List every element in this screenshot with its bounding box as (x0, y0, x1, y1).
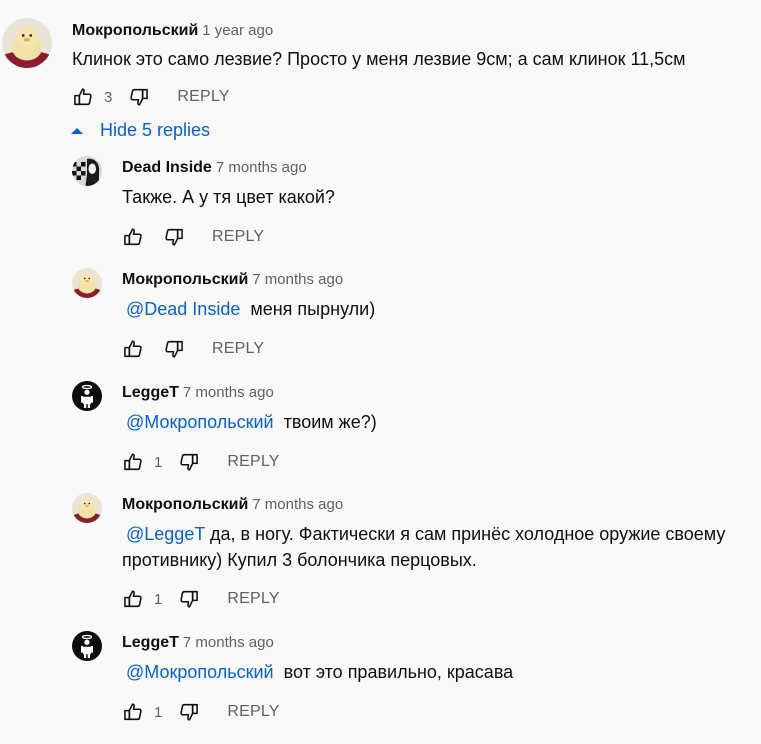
dislike-button[interactable] (178, 701, 200, 723)
thumbs-down-icon (163, 338, 185, 360)
mention-link[interactable]: @Мокропольский (126, 412, 274, 432)
comment-actions: REPLY (122, 225, 264, 249)
thumbs-down-icon (163, 226, 185, 248)
comment-body: да, в ногу. Фактически я сам принёс холо… (210, 524, 726, 544)
comment-text: @LeggeT да, в ногу. Фактически я сам при… (122, 521, 726, 573)
author-name[interactable]: Мокропольский (122, 496, 248, 513)
like-button[interactable] (122, 701, 144, 723)
timestamp[interactable]: 7 months ago (252, 496, 343, 513)
timestamp[interactable]: 7 months ago (252, 271, 343, 288)
thumbs-down-icon (178, 701, 200, 723)
thumbs-up-icon (122, 701, 144, 723)
comment-header: LeggeT 7 months ago (122, 634, 274, 652)
comment-text: Клинок это само лезвие? Просто у меня ле… (72, 46, 686, 72)
timestamp[interactable]: 7 months ago (216, 159, 307, 176)
thumbs-down-icon (178, 588, 200, 610)
dislike-button[interactable] (163, 338, 185, 360)
like-button[interactable] (122, 588, 144, 610)
avatar[interactable] (72, 493, 102, 523)
comment-header: Dead Inside 7 months ago (122, 159, 307, 177)
like-button[interactable] (72, 86, 94, 108)
like-count: 1 (154, 453, 163, 471)
comment-actions: REPLY (122, 337, 264, 361)
like-count: 3 (104, 88, 113, 106)
comment-text: @Мокропольский твоим же?) (126, 409, 377, 435)
comment-body: Также. А у тя цвет какой? (122, 187, 335, 207)
mention-link[interactable]: @Dead Inside (126, 299, 240, 319)
comment-actions: 1 REPLY (122, 587, 280, 611)
thumbs-up-icon (122, 338, 144, 360)
dislike-button[interactable] (128, 86, 150, 108)
timestamp[interactable]: 7 months ago (183, 634, 274, 651)
like-count: 1 (154, 703, 163, 721)
avatar[interactable] (2, 18, 52, 68)
author-name[interactable]: Мокропольский (122, 271, 248, 288)
comment-actions: 1 REPLY (122, 700, 280, 724)
comment-body: меня пырнули) (250, 299, 376, 319)
thumbs-up-icon (122, 588, 144, 610)
reply-button[interactable]: REPLY (227, 590, 279, 608)
comment-text: @Мокропольский вот это правильно, красав… (126, 659, 513, 685)
comment-actions: 1 REPLY (122, 450, 280, 474)
comment-body: твоим же?) (283, 412, 377, 432)
like-button[interactable] (122, 338, 144, 360)
comment-text: @Dead Inside меня пырнули) (126, 296, 375, 322)
mention-link[interactable]: @LeggeT (126, 524, 205, 544)
comment-header: Мокропольский 7 months ago (122, 496, 343, 514)
dislike-button[interactable] (178, 588, 200, 610)
thumbs-up-icon (122, 451, 144, 473)
like-count: 1 (154, 590, 163, 608)
hide-replies-button[interactable]: Hide 5 replies (70, 120, 210, 141)
thumbs-up-icon (122, 226, 144, 248)
author-name[interactable]: Мокропольский (72, 22, 198, 39)
like-button[interactable] (122, 451, 144, 473)
comment-text: Также. А у тя цвет какой? (122, 184, 335, 210)
avatar[interactable] (72, 381, 102, 411)
dislike-button[interactable] (163, 226, 185, 248)
reply-button[interactable]: REPLY (212, 340, 264, 358)
comment-body: Клинок это само лезвие? Просто у меня ле… (72, 49, 686, 69)
caret-up-icon (71, 127, 83, 134)
comment-header: LeggeT 7 months ago (122, 384, 274, 402)
thumbs-down-icon (178, 451, 200, 473)
comment-header: Мокропольский 1 year ago (72, 22, 273, 40)
timestamp[interactable]: 7 months ago (183, 384, 274, 401)
reply-button[interactable]: REPLY (227, 703, 279, 721)
like-button[interactable] (122, 226, 144, 248)
thumbs-up-icon (72, 86, 94, 108)
comment-body: вот это правильно, красава (283, 662, 514, 682)
comment-header: Мокропольский 7 months ago (122, 271, 343, 289)
avatar[interactable] (72, 156, 102, 186)
thumbs-down-icon (128, 86, 150, 108)
avatar[interactable] (72, 631, 102, 661)
avatar[interactable] (72, 268, 102, 298)
mention-link[interactable]: @Мокропольский (126, 662, 274, 682)
comment-actions: 3 REPLY (72, 85, 230, 109)
dislike-button[interactable] (178, 451, 200, 473)
author-name[interactable]: LeggeT (122, 384, 179, 401)
timestamp[interactable]: 1 year ago (202, 22, 273, 39)
comment-body-line2: противнику) Купил 3 болончика перцовых. (122, 550, 477, 570)
author-name[interactable]: Dead Inside (122, 159, 212, 176)
reply-button[interactable]: REPLY (212, 228, 264, 246)
hide-replies-label: Hide 5 replies (100, 120, 211, 140)
reply-button[interactable]: REPLY (177, 88, 229, 106)
author-name[interactable]: LeggeT (122, 634, 179, 651)
reply-button[interactable]: REPLY (227, 453, 279, 471)
